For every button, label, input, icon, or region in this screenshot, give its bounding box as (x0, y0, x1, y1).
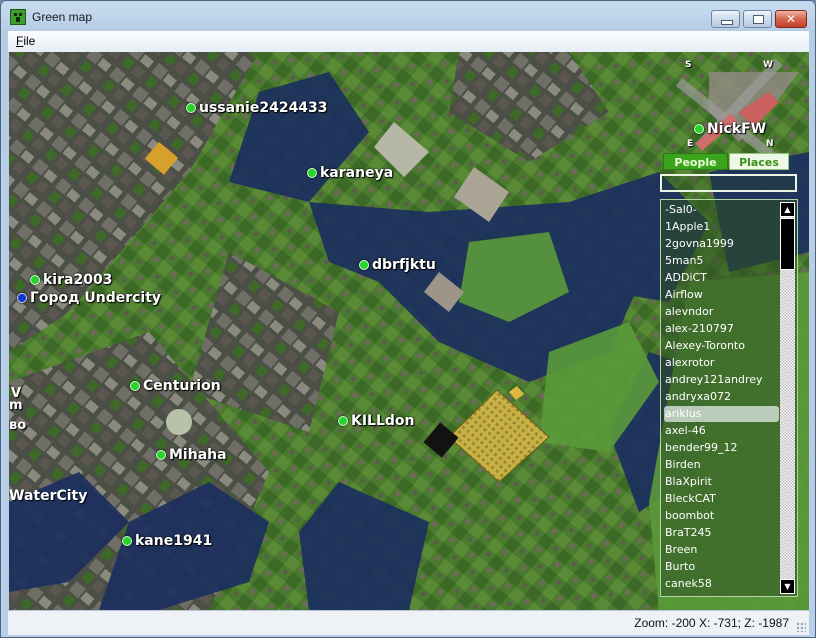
place-label-partial[interactable]: m (9, 398, 23, 413)
list-item[interactable]: andryxa072 (664, 389, 779, 405)
player-name: dbrfjktu (372, 257, 436, 273)
maximize-icon (753, 15, 764, 24)
player-marker[interactable]: KILLdon (338, 413, 415, 429)
list-item[interactable]: Birden (664, 457, 779, 473)
map-canvas[interactable]: S W E N ussanie2424433 karaneya dbrfjktu… (9, 52, 809, 610)
menu-bar: File (8, 31, 809, 52)
people-list: -Sal0- 1Apple1 2govna1999 5man5 ADDiCT Airflo… (660, 199, 798, 597)
list-item[interactable]: ariklus (664, 406, 779, 422)
list-item[interactable]: bender99_12 (664, 440, 779, 456)
list-scrollbar[interactable]: ▲ ▼ (780, 202, 795, 594)
list-item[interactable]: boombot (664, 508, 779, 524)
player-dot-icon (130, 381, 140, 391)
player-marker[interactable]: dbrfjktu (359, 257, 436, 273)
scroll-thumb[interactable] (780, 218, 795, 270)
compass-n: N (766, 139, 774, 149)
player-name: ussanie2424433 (199, 100, 328, 116)
coordinates-readout: Zoom: -200 X: -731; Z: -1987 (634, 616, 789, 630)
minimize-button[interactable] (711, 10, 740, 28)
close-button[interactable]: ✕ (775, 10, 807, 28)
list-item[interactable]: BraT245 (664, 525, 779, 541)
player-dot-icon (307, 168, 317, 178)
player-dot-icon (156, 450, 166, 460)
place-label-watercity[interactable]: WaterCity (9, 488, 87, 504)
menu-file-label: ile (23, 34, 36, 48)
player-marker[interactable]: NickFW (694, 121, 766, 137)
player-dot-icon (30, 275, 40, 285)
creeper-app-icon (10, 9, 26, 25)
list-item[interactable]: alexrotor (664, 355, 779, 371)
list-item[interactable]: -Sal0- (664, 202, 779, 218)
player-name: Mihaha (169, 447, 227, 463)
title-bar[interactable]: Green map ✕ (1, 1, 815, 31)
player-marker[interactable]: kane1941 (122, 533, 212, 549)
status-bar: Zoom: -200 X: -731; Z: -1987 (8, 610, 809, 635)
app-window: Green map ✕ File S W E N ussanie2424433 … (0, 0, 816, 638)
player-dot-icon (694, 124, 704, 134)
minimize-icon (721, 20, 733, 25)
list-item[interactable]: Airflow (664, 287, 779, 303)
player-marker[interactable]: Centurion (130, 378, 221, 394)
list-item[interactable]: ADDiCT (664, 270, 779, 286)
list-item[interactable]: BleckCAT (664, 491, 779, 507)
scroll-down-button[interactable]: ▼ (780, 579, 795, 594)
list-item[interactable]: alex-210797 (664, 321, 779, 337)
list-item[interactable]: Alexey-Toronto (664, 338, 779, 354)
player-dot-icon (359, 260, 369, 270)
tab-people[interactable]: People (663, 153, 728, 170)
list-item[interactable]: Breen (664, 542, 779, 558)
player-name: KILLdon (351, 413, 415, 429)
list-item[interactable]: 5man5 (664, 253, 779, 269)
list-item[interactable]: andrey121andrey (664, 372, 779, 388)
list-item[interactable]: alevndor (664, 304, 779, 320)
list-item[interactable]: Burto (664, 559, 779, 575)
place-label-partial[interactable]: во (9, 418, 26, 433)
player-name: kane1941 (135, 533, 213, 549)
menu-file[interactable]: File (16, 34, 35, 48)
player-marker[interactable]: kira2003 (30, 272, 112, 288)
place-marker[interactable]: Город Undercity (17, 290, 161, 306)
list-item[interactable]: 2govna1999 (664, 236, 779, 252)
tab-places[interactable]: Places (729, 153, 789, 170)
place-name: Город Undercity (30, 290, 162, 306)
player-name: NickFW (707, 121, 767, 137)
player-dot-icon (186, 103, 196, 113)
search-input[interactable] (660, 174, 797, 192)
player-marker[interactable]: Mihaha (156, 447, 227, 463)
list-item[interactable]: BlaXpirit (664, 474, 779, 490)
player-name: kira2003 (43, 272, 113, 288)
maximize-button[interactable] (743, 10, 772, 28)
scroll-up-button[interactable]: ▲ (780, 202, 795, 217)
window-title: Green map (32, 10, 93, 24)
compass-w: W (763, 60, 773, 70)
list-item[interactable]: 1Apple1 (664, 219, 779, 235)
player-name: karaneya (320, 165, 394, 181)
list-item[interactable]: canek58 (664, 576, 779, 592)
player-marker[interactable]: karaneya (307, 165, 393, 181)
compass-e: E (687, 139, 694, 149)
player-marker[interactable]: ussanie2424433 (186, 100, 328, 116)
player-dot-icon (122, 536, 132, 546)
compass-s: S (685, 60, 692, 70)
player-dot-icon (338, 416, 348, 426)
player-name: Centurion (143, 378, 221, 394)
close-icon: ✕ (785, 12, 797, 26)
resize-grip-icon[interactable] (796, 622, 806, 632)
list-item[interactable]: axel-46 (664, 423, 779, 439)
place-dot-icon (17, 293, 27, 303)
